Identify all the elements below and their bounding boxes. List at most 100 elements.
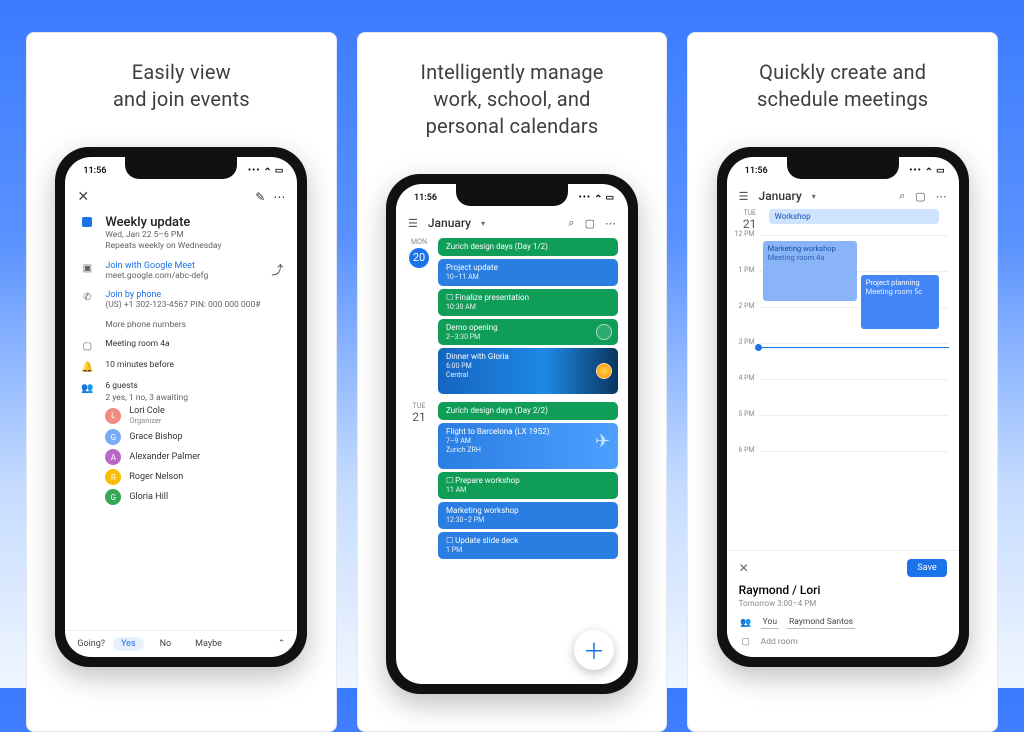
quick-create-sheet: ✕ Save Raymond / Lori Tomorrow 3:00–4 PM… (727, 550, 959, 657)
battery-icon (275, 166, 284, 176)
event-block[interactable]: Marketing workshop Meeting room 4a (763, 241, 857, 301)
more-icon[interactable]: ⋯ (605, 217, 616, 230)
avatar-icon (596, 324, 612, 340)
event-block[interactable]: Dinner with Gloria6:00 PMCentral (438, 348, 618, 394)
hour-label: 5 PM (733, 410, 759, 446)
phone-screen: 11:56 ✕ ✎ ⋯ Weekly update Wed, Jan 22 5–… (65, 157, 297, 657)
more-icon[interactable]: ⋯ (273, 190, 285, 204)
today-icon[interactable]: ▢ (585, 217, 595, 230)
event-loc: Central (446, 371, 610, 380)
event-block[interactable]: Demo opening2–3:30 PM (438, 319, 618, 346)
event-header: Weekly update Wed, Jan 22 5–6 PM Repeats… (65, 211, 297, 257)
guest-item[interactable]: AAlexander Palmer (105, 447, 283, 467)
new-event-indicator[interactable] (759, 347, 949, 348)
rsvp-maybe[interactable]: Maybe (187, 637, 230, 651)
event-repeat: Repeats weekly on Wednesday (105, 241, 283, 252)
hour-label: 1 PM (733, 266, 759, 302)
calendar-toolbar: ☰ January ▾ ⌕ ▢ ⋯ (396, 212, 628, 236)
status-time: 11:56 (745, 166, 768, 176)
more-icon[interactable]: ⋯ (936, 190, 947, 203)
more-phone-row[interactable]: More phone numbers (65, 316, 297, 335)
room-row[interactable]: ▢ Add room (739, 637, 947, 647)
event-block[interactable]: Project planning Meeting room 5c (861, 275, 939, 329)
event-time: 10:30 AM (446, 303, 610, 312)
caption-line: personal calendars (426, 114, 599, 138)
new-event-time[interactable]: Tomorrow 3:00–4 PM (739, 599, 947, 608)
menu-icon[interactable]: ☰ (739, 190, 749, 203)
rsvp-no[interactable]: No (152, 637, 180, 651)
guest-item[interactable]: LLori ColeOrganizer (105, 404, 283, 427)
people-icon: 👥 (739, 618, 753, 628)
day-label[interactable]: TUE 21 (737, 209, 763, 231)
cell-icon (248, 166, 261, 176)
event-block[interactable]: ☐ Prepare workshop11 AM (438, 472, 618, 499)
chevron-down-icon[interactable]: ▾ (812, 192, 816, 201)
guest-name: Alexander Palmer (129, 452, 200, 462)
event-time: 11 AM (446, 486, 610, 495)
allday-event[interactable]: Workshop (769, 209, 939, 224)
event-text: Zurich design days (Day 1/2) (446, 242, 548, 251)
meet-link[interactable]: Join with Google Meet (105, 261, 261, 271)
reminder-row: 🔔 10 minutes before (65, 356, 297, 377)
guest-chip[interactable]: You (761, 616, 779, 629)
status-icons (909, 166, 944, 177)
guests-row[interactable]: 👥 6 guests 2 yes, 1 no, 3 awaiting LLori… (65, 377, 297, 511)
calendar-toolbar: ☰ January ▾ ⌕ ▢ ⋯ (727, 185, 959, 209)
chevron-down-icon[interactable]: ▾ (481, 219, 485, 228)
month-label[interactable]: January (428, 216, 471, 230)
search-icon[interactable]: ⌕ (899, 189, 905, 203)
wifi-icon (263, 166, 271, 177)
more-phone-label[interactable]: More phone numbers (105, 320, 186, 331)
phone-row[interactable]: ✆ Join by phone (US) +1 302-123-4567 PIN… (65, 286, 297, 315)
room-label: Meeting room 4a (105, 339, 169, 350)
phone-link[interactable]: Join by phone (105, 290, 283, 300)
edit-icon[interactable]: ✎ (255, 190, 265, 204)
event-text: Marketing workshop (446, 506, 519, 515)
create-event-fab[interactable]: ＋ (574, 630, 614, 670)
today-icon[interactable]: ▢ (915, 190, 925, 203)
search-icon[interactable]: ⌕ (568, 216, 574, 230)
weekday: TUE (737, 209, 763, 217)
event-block[interactable]: Marketing workshop12:30–2 PM (438, 502, 618, 529)
room-icon: ▢ (739, 637, 753, 647)
menu-icon[interactable]: ☰ (408, 217, 418, 230)
add-room-label[interactable]: Add room (761, 637, 798, 647)
share-icon[interactable]: ⤴ (271, 261, 283, 278)
event-block[interactable]: Zurich design days (Day 1/2) (438, 238, 618, 256)
caption-line: Quickly create and (759, 60, 926, 84)
close-icon[interactable]: ✕ (739, 561, 749, 575)
daynum: 21 (406, 410, 432, 424)
meet-row[interactable]: ▣ Join with Google Meet meet.google.com/… (65, 257, 297, 286)
day-label[interactable]: MON 20 (406, 238, 432, 394)
phone-notch (787, 157, 899, 179)
event-block[interactable]: ☐ Finalize presentation10:30 AM (438, 289, 618, 316)
bell-icon: 🔔 (79, 362, 95, 373)
day-label[interactable]: TUE 21 (406, 402, 432, 558)
caption-line: Easily view (132, 60, 231, 84)
event-block[interactable]: ☐ Update slide deck1 PM (438, 532, 618, 559)
phone-frame: 11:56 ☰ January ▾ ⌕ ▢ ⋯ MON 20 Zurich de… (386, 174, 638, 694)
close-icon[interactable]: ✕ (77, 189, 89, 205)
event-text: Zurich design days (Day 2/2) (446, 406, 548, 415)
new-event-title[interactable]: Raymond / Lori (739, 583, 947, 597)
event-block[interactable]: Zurich design days (Day 2/2) (438, 402, 618, 420)
guest-item[interactable]: RRoger Nelson (105, 467, 283, 487)
rsvp-chevron-icon[interactable]: ⌃ (278, 639, 286, 649)
caption-1: Easily view and join events (113, 59, 250, 113)
phone-screen: 11:56 ☰ January ▾ ⌕ ▢ ⋯ TUE 21 Workshop (727, 157, 959, 657)
promo-panel-3: Quickly create and schedule meetings 11:… (687, 32, 998, 732)
phone-notch (456, 184, 568, 206)
event-block[interactable]: Project update10–11 AM (438, 259, 618, 286)
status-icons (579, 193, 614, 204)
event-block[interactable]: Flight to Barcelona (LX 1952)7–9 AMZuric… (438, 423, 618, 469)
day-grid[interactable]: 12 PM 1 PM 2 PM 3 PM 4 PM 5 PM 6 PM Mark… (733, 235, 949, 550)
event-loc: Meeting room 4a (768, 253, 852, 262)
guest-item[interactable]: GGloria Hill (105, 487, 283, 507)
guest-name: Grace Bishop (129, 432, 182, 442)
rsvp-yes[interactable]: Yes (113, 637, 144, 651)
save-button[interactable]: Save (907, 559, 946, 577)
guest-chip[interactable]: Raymond Santos (787, 616, 855, 629)
food-illustration-icon (596, 363, 612, 379)
month-label[interactable]: January (759, 189, 802, 203)
guest-item[interactable]: GGrace Bishop (105, 427, 283, 447)
